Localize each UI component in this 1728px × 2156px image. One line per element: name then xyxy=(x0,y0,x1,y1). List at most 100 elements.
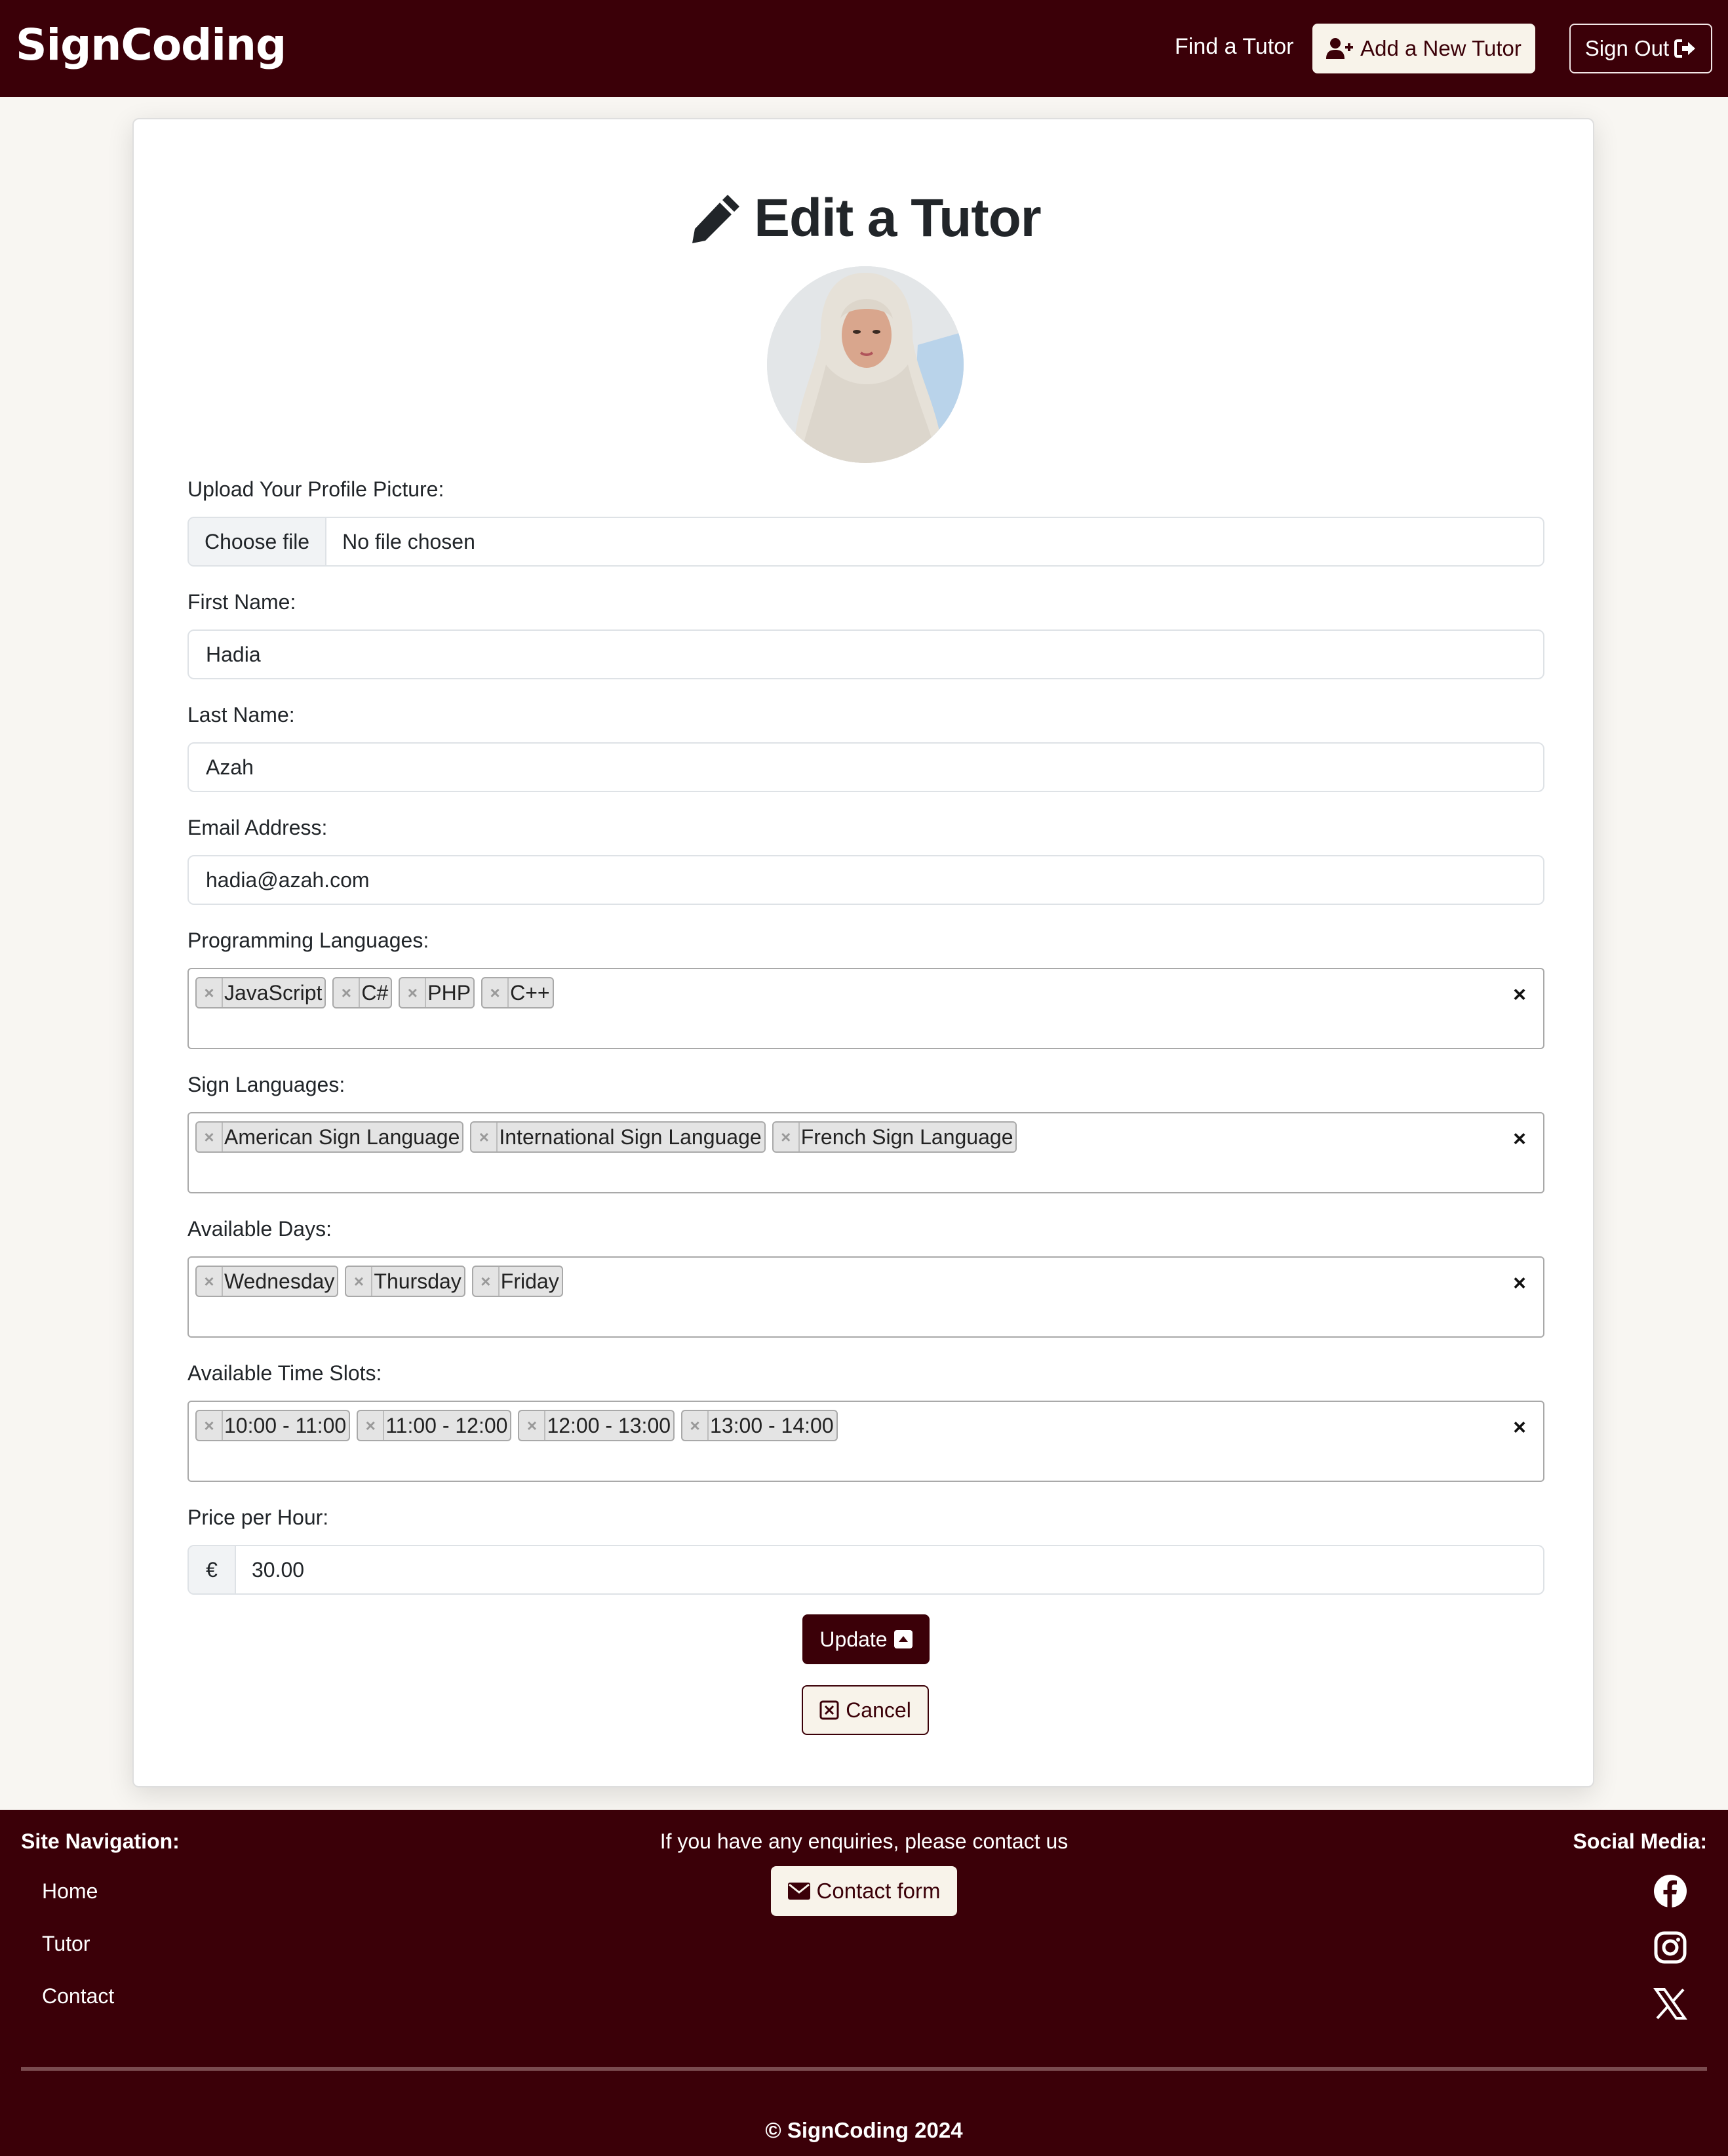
top-navbar: SignCoding Find a Tutor Add a New Tutor … xyxy=(0,0,1728,97)
tag-label: American Sign Language xyxy=(224,1125,460,1149)
email-input[interactable]: hadia@azah.com xyxy=(187,855,1544,905)
pencil-icon xyxy=(692,195,740,243)
currency-prefix: € xyxy=(189,1546,236,1593)
profile-picture-file-input[interactable]: Choose file No file chosen xyxy=(187,517,1544,567)
tag-remove-icon[interactable]: × xyxy=(346,1267,373,1296)
price-input-group: € 30.00 xyxy=(187,1545,1544,1595)
tag-label: 12:00 - 13:00 xyxy=(547,1413,671,1437)
clear-all-icon[interactable]: × xyxy=(1513,1127,1526,1152)
tag-remove-icon[interactable]: × xyxy=(400,978,427,1007)
footer-link-home[interactable]: Home xyxy=(42,1879,98,1904)
last-name-input[interactable]: Azah xyxy=(187,742,1544,792)
price-input[interactable]: 30.00 xyxy=(236,1558,304,1582)
available-days-label: Available Days: xyxy=(187,1217,332,1241)
first-name-label: First Name: xyxy=(187,590,296,614)
tag-csharp: × C# xyxy=(332,977,393,1008)
contact-form-label: Contact form xyxy=(816,1879,941,1903)
tag-javascript: × JavaScript xyxy=(195,977,326,1008)
tag-slot-1: × 10:00 - 11:00 xyxy=(195,1410,351,1441)
cancel-label: Cancel xyxy=(846,1698,911,1722)
tag-php: × PHP xyxy=(399,977,475,1008)
tag-wednesday: × Wednesday xyxy=(195,1266,339,1297)
tag-slot-2: × 11:00 - 12:00 xyxy=(357,1410,512,1441)
footer-link-contact[interactable]: Contact xyxy=(42,1984,114,2008)
tag-label: PHP xyxy=(427,980,471,1005)
tag-remove-icon[interactable]: × xyxy=(682,1411,709,1440)
tag-remove-icon[interactable]: × xyxy=(197,978,223,1007)
tag-label: 11:00 - 12:00 xyxy=(385,1413,508,1437)
tag-label: Friday xyxy=(500,1269,559,1293)
site-footer: Site Navigation: Home Tutor Contact If y… xyxy=(0,1810,1728,2156)
enquiry-text: If you have any enquiries, please contac… xyxy=(659,1829,1069,1853)
sign-out-button[interactable]: Sign Out xyxy=(1569,24,1712,73)
add-tutor-label: Add a New Tutor xyxy=(1360,36,1522,60)
time-slots-label: Available Time Slots: xyxy=(187,1361,382,1385)
add-tutor-button[interactable]: Add a New Tutor xyxy=(1312,24,1535,73)
tag-cpp: × C++ xyxy=(481,977,554,1008)
price-label: Price per Hour: xyxy=(187,1506,329,1529)
file-status-text: No file chosen xyxy=(342,529,475,553)
page-title-text: Edit a Tutor xyxy=(754,188,1041,248)
tag-label: French Sign Language xyxy=(800,1125,1013,1149)
user-plus-icon xyxy=(1326,38,1354,59)
programming-languages-select[interactable]: × JavaScript × C# × PHP × C++ × xyxy=(187,968,1544,1049)
tag-remove-icon[interactable]: × xyxy=(473,1267,500,1296)
email-label: Email Address: xyxy=(187,816,328,839)
tag-slot-4: × 13:00 - 14:00 xyxy=(681,1410,838,1441)
sign-out-label: Sign Out xyxy=(1584,36,1670,60)
copyright-text: © SignCoding 2024 xyxy=(765,2118,963,2142)
tag-remove-icon[interactable]: × xyxy=(471,1123,498,1151)
instagram-icon[interactable] xyxy=(1653,1930,1687,1965)
sign-languages-label: Sign Languages: xyxy=(187,1073,345,1096)
page-title: Edit a Tutor xyxy=(134,182,1596,254)
tag-remove-icon[interactable]: × xyxy=(519,1411,546,1440)
tag-label: Thursday xyxy=(374,1269,461,1293)
profile-avatar xyxy=(767,266,964,463)
tag-remove-icon[interactable]: × xyxy=(334,978,361,1007)
footer-divider xyxy=(21,2067,1707,2071)
tag-remove-icon[interactable]: × xyxy=(197,1123,223,1151)
contact-form-button[interactable]: Contact form xyxy=(771,1866,957,1916)
programming-languages-label: Programming Languages: xyxy=(187,928,429,952)
tag-label: C++ xyxy=(510,980,550,1005)
tag-remove-icon[interactable]: × xyxy=(774,1123,800,1151)
tag-fsl: × French Sign Language xyxy=(772,1121,1017,1153)
update-label: Update xyxy=(819,1627,888,1651)
tag-label: JavaScript xyxy=(224,980,323,1005)
clear-all-icon[interactable]: × xyxy=(1513,1415,1526,1441)
tag-thursday: × Thursday xyxy=(345,1266,465,1297)
x-icon[interactable] xyxy=(1653,1987,1687,2021)
tag-asl: × American Sign Language xyxy=(195,1121,464,1153)
footer-link-tutor[interactable]: Tutor xyxy=(42,1932,90,1956)
caret-up-square-icon xyxy=(893,1630,913,1648)
tag-remove-icon[interactable]: × xyxy=(197,1267,223,1296)
tag-label: C# xyxy=(361,980,389,1005)
tag-remove-icon[interactable]: × xyxy=(358,1411,385,1440)
x-square-icon xyxy=(819,1700,839,1720)
cancel-button[interactable]: Cancel xyxy=(802,1685,929,1735)
time-slots-select[interactable]: × 10:00 - 11:00 × 11:00 - 12:00 × 12:00 - 1… xyxy=(187,1401,1544,1482)
find-tutor-link[interactable]: Find a Tutor xyxy=(1175,34,1293,60)
tag-label: 13:00 - 14:00 xyxy=(710,1413,834,1437)
envelope-icon xyxy=(787,1883,810,1900)
available-days-select[interactable]: × Wednesday × Thursday × Friday × xyxy=(187,1256,1544,1338)
last-name-label: Last Name: xyxy=(187,703,295,727)
tag-remove-icon[interactable]: × xyxy=(482,978,509,1007)
tag-remove-icon[interactable]: × xyxy=(197,1411,223,1440)
edit-tutor-card: Edit a Tutor Upload Your Profile Picture… xyxy=(132,118,1594,1787)
tag-label: Wednesday xyxy=(224,1269,335,1293)
tag-slot-3: × 12:00 - 13:00 xyxy=(518,1410,675,1441)
tag-label: International Sign Language xyxy=(499,1125,762,1149)
profile-picture-label: Upload Your Profile Picture: xyxy=(187,477,444,501)
clear-all-icon[interactable]: × xyxy=(1513,1271,1526,1296)
tag-friday: × Friday xyxy=(471,1266,563,1297)
brand-logo[interactable]: SignCoding xyxy=(16,20,286,70)
update-button[interactable]: Update xyxy=(802,1614,930,1664)
sign-languages-select[interactable]: × American Sign Language × International S… xyxy=(187,1112,1544,1193)
clear-all-icon[interactable]: × xyxy=(1513,982,1526,1008)
facebook-icon[interactable] xyxy=(1653,1874,1687,1908)
choose-file-button[interactable]: Choose file xyxy=(189,518,327,565)
tag-isl: × International Sign Language xyxy=(470,1121,766,1153)
first-name-input[interactable]: Hadia xyxy=(187,629,1544,679)
social-media-heading: Social Media: xyxy=(1573,1829,1708,1853)
